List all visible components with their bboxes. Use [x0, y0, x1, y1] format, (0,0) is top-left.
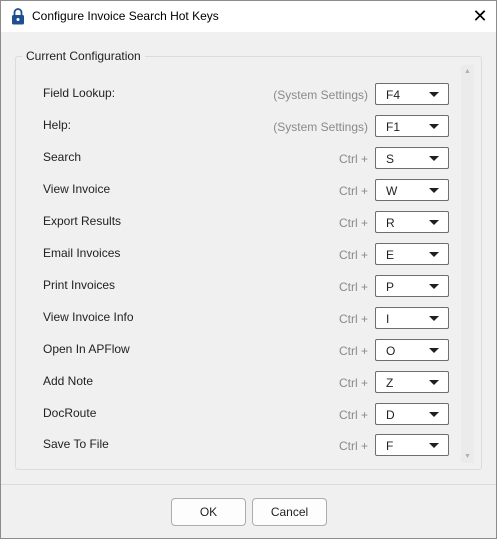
hotkey-row: Add Note Ctrl + Z	[16, 371, 456, 393]
dialog-footer: OK Cancel	[1, 484, 496, 539]
scrollbar[interactable]: ▲ ▼	[461, 65, 474, 463]
modifier-label: Ctrl +	[338, 312, 368, 326]
hotkey-label: View Invoice Info	[43, 310, 134, 324]
hotkey-row: Export Results Ctrl + R	[16, 211, 456, 233]
close-icon: ✕	[472, 6, 488, 26]
chevron-down-icon	[429, 188, 439, 193]
title-bar: Configure Invoice Search Hot Keys ✕	[1, 1, 496, 32]
hotkey-row: View Invoice Info Ctrl + I	[16, 307, 456, 329]
modifier-label: Ctrl +	[338, 439, 368, 453]
hotkey-row: View Invoice Ctrl + W	[16, 179, 456, 201]
chevron-down-icon	[429, 156, 439, 161]
chevron-down-icon	[429, 124, 439, 129]
modifier-label: Ctrl +	[338, 376, 368, 390]
hotkey-label: View Invoice	[43, 182, 111, 196]
chevron-down-icon	[429, 443, 439, 448]
key-dropdown[interactable]: I	[375, 307, 449, 329]
modifier-label: Ctrl +	[338, 184, 368, 198]
key-dropdown[interactable]: F4	[375, 83, 449, 105]
hotkey-row: Email Invoices Ctrl + E	[16, 243, 456, 265]
cancel-button[interactable]: Cancel	[252, 498, 327, 526]
key-dropdown[interactable]: E	[375, 243, 449, 265]
modifier-label: Ctrl +	[338, 216, 368, 230]
hotkey-row: Field Lookup: (System Settings) F4	[16, 83, 456, 105]
hotkey-row: Save To File Ctrl + F	[16, 434, 456, 456]
key-dropdown[interactable]: R	[375, 211, 449, 233]
modifier-label: Ctrl +	[338, 408, 368, 422]
hotkey-label: Email Invoices	[43, 246, 121, 260]
chevron-down-icon	[429, 220, 439, 225]
chevron-down-icon	[429, 412, 439, 417]
modifier-label: (System Settings)	[273, 120, 368, 134]
key-dropdown[interactable]: F1	[375, 115, 449, 137]
chevron-down-icon	[429, 380, 439, 385]
chevron-down-icon	[429, 348, 439, 353]
ok-button[interactable]: OK	[171, 498, 246, 526]
group-title: Current Configuration	[22, 49, 145, 63]
key-value: E	[386, 248, 395, 262]
scroll-down-icon[interactable]: ▼	[461, 450, 474, 463]
dialog-window: Configure Invoice Search Hot Keys ✕ Curr…	[0, 0, 497, 539]
key-dropdown[interactable]: P	[375, 275, 449, 297]
modifier-label: Ctrl +	[338, 280, 368, 294]
hotkey-label: Export Results	[43, 214, 122, 228]
modifier-label: Ctrl +	[338, 248, 368, 262]
key-value: Z	[386, 376, 394, 390]
key-dropdown[interactable]: F	[375, 434, 449, 456]
key-value: D	[386, 408, 395, 422]
close-button[interactable]: ✕	[464, 1, 496, 32]
key-value: F	[386, 439, 394, 453]
hotkey-row: DocRoute Ctrl + D	[16, 403, 456, 425]
hotkey-label: Field Lookup:	[43, 86, 116, 100]
modifier-label: Ctrl +	[338, 152, 368, 166]
hotkey-label: DocRoute	[43, 406, 97, 420]
hotkey-row: Print Invoices Ctrl + P	[16, 275, 456, 297]
chevron-down-icon	[429, 252, 439, 257]
key-value: F4	[386, 88, 401, 102]
key-value: F1	[386, 120, 401, 134]
key-value: O	[386, 344, 396, 358]
key-value: W	[386, 184, 398, 198]
hotkey-row: Search Ctrl + S	[16, 147, 456, 169]
key-dropdown[interactable]: S	[375, 147, 449, 169]
key-dropdown[interactable]: D	[375, 403, 449, 425]
modifier-label: Ctrl +	[338, 344, 368, 358]
key-dropdown[interactable]: W	[375, 179, 449, 201]
current-configuration-group: Current Configuration Field Lookup: (Syst…	[15, 49, 482, 470]
hotkey-label: Print Invoices	[43, 278, 116, 292]
modifier-label: (System Settings)	[273, 88, 368, 102]
hotkey-row: Open In APFlow Ctrl + O	[16, 339, 456, 361]
key-dropdown[interactable]: O	[375, 339, 449, 361]
hotkey-label: Open In APFlow	[43, 342, 130, 356]
key-value: I	[386, 312, 390, 326]
chevron-down-icon	[429, 316, 439, 321]
hotkey-label: Save To File	[43, 437, 109, 451]
hotkey-label: Add Note	[43, 374, 94, 388]
chevron-down-icon	[429, 284, 439, 289]
key-value: P	[386, 280, 395, 294]
key-value: S	[386, 152, 395, 166]
key-dropdown[interactable]: Z	[375, 371, 449, 393]
dialog-title: Configure Invoice Search Hot Keys	[32, 9, 219, 23]
hotkey-label: Search	[43, 150, 82, 164]
hotkey-label: Help:	[43, 118, 72, 132]
scroll-up-icon[interactable]: ▲	[461, 65, 474, 78]
hotkey-row: Help: (System Settings) F1	[16, 115, 456, 137]
key-value: R	[386, 216, 395, 230]
lock-icon	[11, 8, 25, 25]
chevron-down-icon	[429, 92, 439, 97]
